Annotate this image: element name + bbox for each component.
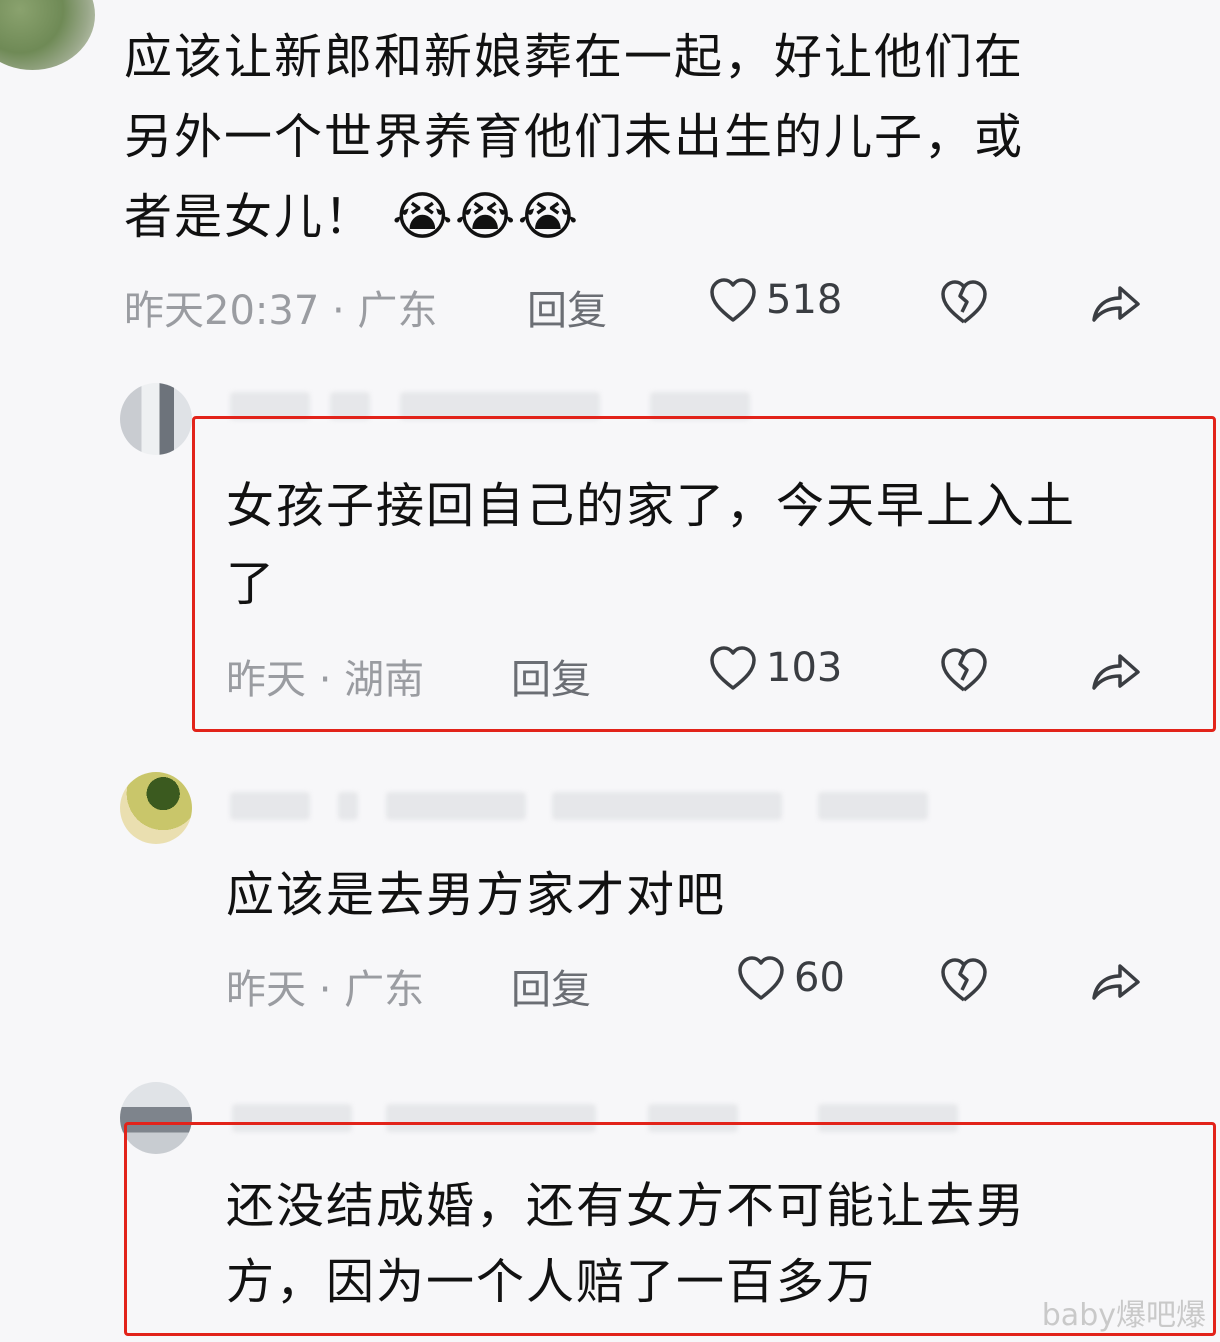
like-count: 60 [794, 955, 845, 1001]
heart-outline-icon [736, 954, 786, 1002]
like-count: 103 [766, 645, 843, 691]
comment-meta: 昨天 · 广东 [226, 967, 425, 1013]
watermark: baby爆吧爆 [1041, 1298, 1206, 1333]
blurred-username [386, 792, 526, 820]
avatar[interactable] [120, 383, 192, 455]
comment-meta: 昨天 · 湖南 [226, 657, 425, 703]
like-button[interactable]: 518 [708, 276, 842, 324]
broken-heart-icon[interactable] [938, 956, 990, 1004]
comment-text-line: 另外一个世界养育他们未出生的儿子，或 [124, 109, 1025, 165]
comment-text-line: 应该是去男方家才对吧 [226, 867, 727, 923]
comment-meta: 昨天20:37 · 广东 [124, 288, 438, 334]
like-button[interactable]: 103 [708, 644, 842, 692]
blurred-username [338, 792, 358, 820]
crying-emoji: 😭😭😭 [392, 187, 581, 247]
blurred-username [552, 792, 782, 820]
blurred-username [230, 792, 310, 820]
broken-heart-icon[interactable] [938, 278, 990, 326]
share-arrow-icon[interactable] [1088, 280, 1144, 326]
avatar[interactable] [0, 0, 95, 70]
comment-text-line: 者是女儿！ [124, 189, 375, 245]
broken-heart-icon[interactable] [938, 646, 990, 694]
avatar[interactable] [120, 772, 192, 844]
comment-text-line: 应该让新郎和新娘葬在一起，好让他们在 [124, 29, 1025, 85]
share-arrow-icon[interactable] [1088, 958, 1144, 1004]
heart-outline-icon [708, 276, 758, 324]
heart-outline-icon [708, 644, 758, 692]
reply-button[interactable]: 回复 [511, 957, 591, 1015]
blurred-username [818, 792, 928, 820]
reply-button[interactable]: 回复 [511, 647, 591, 705]
comment-text-line: 了 [226, 556, 277, 612]
like-count: 518 [766, 277, 843, 323]
reply-button[interactable]: 回复 [527, 278, 607, 336]
comment-text-line: 还没结成婚，还有女方不可能让去男 [226, 1178, 1027, 1234]
comment-text-line: 方，因为一个人赔了一百多万 [226, 1254, 877, 1310]
share-arrow-icon[interactable] [1088, 648, 1144, 694]
comment-text-line: 女孩子接回自己的家了，今天早上入土 [226, 478, 1077, 534]
like-button[interactable]: 60 [736, 954, 845, 1002]
